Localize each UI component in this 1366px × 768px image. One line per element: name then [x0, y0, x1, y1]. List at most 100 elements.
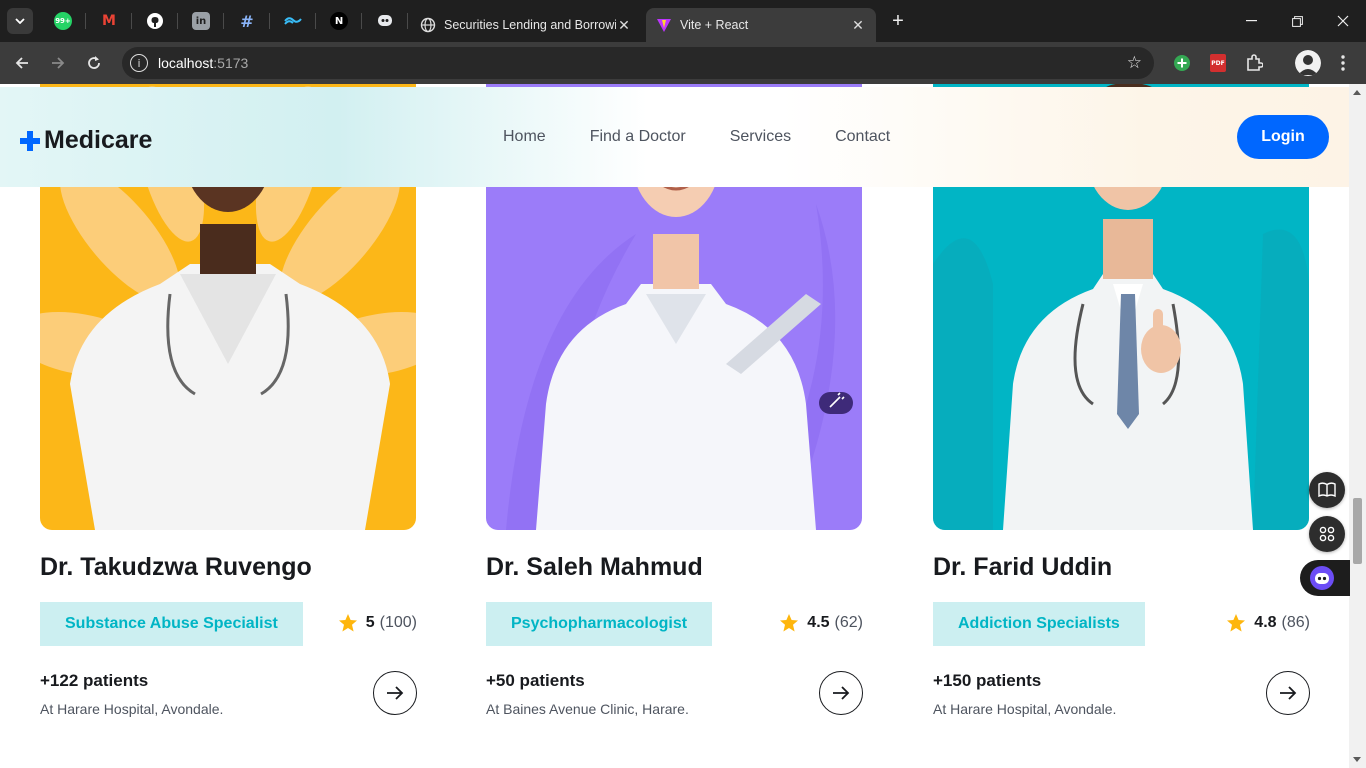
doctor-rating: 4.5 (62): [779, 613, 863, 633]
new-tab-button[interactable]: +: [884, 7, 912, 35]
main-nav: Home Find a Doctor Services Contact: [503, 128, 934, 146]
address-bar[interactable]: i localhost:5173 ☆: [122, 47, 1154, 79]
login-button[interactable]: Login: [1237, 115, 1329, 159]
arrow-right-icon: [387, 686, 404, 700]
doctor-location: At Harare Hospital, Avondale.: [933, 701, 1117, 717]
reload-button[interactable]: [79, 48, 109, 78]
tailwind-icon: [284, 17, 302, 25]
rating-value: 4.8: [1254, 614, 1277, 631]
specialty-badge: Addiction Specialists: [933, 602, 1145, 646]
browser-tab-bar: 99+ M in # N Securities Lending and Borr…: [0, 0, 1366, 42]
tab-vite-react[interactable]: Vite + React ✕: [646, 8, 876, 42]
doctor-rating: 5 (100): [338, 613, 417, 633]
scrollbar-thumb[interactable]: [1353, 498, 1362, 564]
browser-toolbar: i localhost:5173 ☆ PDF: [0, 42, 1366, 84]
star-icon: [780, 614, 799, 632]
scroll-up-icon[interactable]: [1353, 90, 1361, 95]
arrow-right-icon: [1280, 686, 1297, 700]
nav-contact[interactable]: Contact: [835, 128, 890, 146]
star-icon: [1227, 614, 1246, 632]
url-port: :5173: [213, 55, 249, 71]
scroll-down-icon[interactable]: [1353, 757, 1361, 762]
github-icon: [147, 13, 163, 29]
page-viewport: Medicare Home Find a Doctor Services Con…: [0, 84, 1366, 768]
rating-value: 5: [365, 614, 375, 631]
arrow-right-icon: [52, 57, 65, 69]
back-button[interactable]: [7, 48, 37, 78]
pinned-tab-linkedin[interactable]: in: [178, 0, 224, 42]
doctor-location: At Baines Avenue Clinic, Harare.: [486, 701, 689, 717]
tab-securities-lending[interactable]: Securities Lending and Borrowin ✕: [410, 8, 642, 42]
pinned-tab-gmail[interactable]: M: [86, 0, 132, 42]
arrow-left-icon: [15, 57, 28, 69]
slack-icon: #: [240, 11, 254, 31]
pinned-tab-whatsapp[interactable]: 99+: [40, 0, 86, 42]
site-info-icon[interactable]: i: [130, 54, 148, 72]
doctor-name: Dr. Farid Uddin: [933, 553, 1113, 581]
linkedin-icon: in: [192, 12, 210, 30]
extensions-puzzle-icon[interactable]: [1242, 51, 1266, 75]
nextjs-icon: N: [330, 12, 348, 30]
reload-icon: [88, 56, 100, 69]
doctor-name: Dr. Takudzwa Ruvengo: [40, 553, 312, 581]
tab-search-menu-button[interactable]: [7, 8, 33, 34]
view-doctor-button[interactable]: [819, 671, 863, 715]
pinned-tab-nextjs[interactable]: N: [316, 0, 362, 42]
gmail-icon: M: [102, 13, 116, 29]
url-text: localhost:5173: [158, 55, 248, 71]
assistant-bot-icon: [1310, 566, 1334, 590]
nav-home[interactable]: Home: [503, 128, 546, 146]
minimize-button[interactable]: [1228, 0, 1274, 42]
tab-title: Securities Lending and Borrowin: [444, 18, 616, 32]
page-scrollbar[interactable]: [1349, 84, 1366, 768]
browser-menu-icon[interactable]: [1331, 51, 1355, 75]
restore-icon: [1291, 15, 1303, 27]
patient-count: +50 patients: [486, 671, 585, 690]
rating-count: (100): [379, 614, 417, 631]
site-logo[interactable]: Medicare: [20, 126, 152, 155]
logo-text: Medicare: [44, 126, 153, 154]
close-icon: [1337, 15, 1349, 27]
tab-title: Vite + React: [680, 18, 749, 32]
patient-count: +122 patients: [40, 671, 149, 690]
site-header: Medicare Home Find a Doctor Services Con…: [0, 87, 1349, 187]
pinned-tab-tailwind[interactable]: [270, 0, 316, 42]
pinned-tab-chatbot[interactable]: [362, 0, 408, 42]
bookmark-star-icon[interactable]: ☆: [1127, 53, 1142, 73]
arrow-right-icon: [833, 686, 850, 700]
pinned-tab-github[interactable]: [132, 0, 178, 42]
view-doctor-button[interactable]: [1266, 671, 1310, 715]
assistant-launcher[interactable]: [1300, 560, 1350, 596]
rating-value: 4.5: [807, 614, 830, 631]
medical-cross-icon: [20, 130, 40, 151]
rating-count: (62): [834, 614, 863, 631]
view-doctor-button[interactable]: [373, 671, 417, 715]
apps-grid-button[interactable]: [1309, 516, 1345, 552]
rating-count: (86): [1281, 614, 1310, 631]
extension-plus-icon[interactable]: [1170, 51, 1194, 75]
whatsapp-icon: 99+: [54, 12, 72, 30]
doctor-rating: 4.8 (86): [1226, 613, 1310, 633]
close-window-button[interactable]: [1320, 0, 1366, 42]
url-host: localhost: [158, 55, 214, 71]
minimize-icon: [1245, 20, 1257, 22]
tab-close-icon[interactable]: ✕: [616, 17, 632, 34]
chevron-down-icon: [15, 18, 25, 24]
reader-book-button[interactable]: [1309, 472, 1345, 508]
vite-icon: [656, 17, 672, 33]
restore-button[interactable]: [1274, 0, 1320, 42]
tab-close-icon[interactable]: ✕: [850, 17, 866, 34]
pinned-tab-slack[interactable]: #: [224, 0, 270, 42]
nav-services[interactable]: Services: [730, 128, 791, 146]
profile-avatar[interactable]: [1295, 50, 1321, 76]
chatbot-icon: [378, 15, 392, 26]
nav-find-a-doctor[interactable]: Find a Doctor: [590, 128, 686, 146]
forward-button[interactable]: [43, 48, 73, 78]
grid-icon: [1319, 526, 1335, 542]
specialty-badge: Substance Abuse Specialist: [40, 602, 303, 646]
book-icon: [1318, 482, 1336, 498]
patient-count: +150 patients: [933, 671, 1042, 690]
extension-pdf-icon[interactable]: PDF: [1206, 51, 1230, 75]
globe-icon: [420, 17, 436, 33]
doctor-name: Dr. Saleh Mahmud: [486, 553, 703, 581]
